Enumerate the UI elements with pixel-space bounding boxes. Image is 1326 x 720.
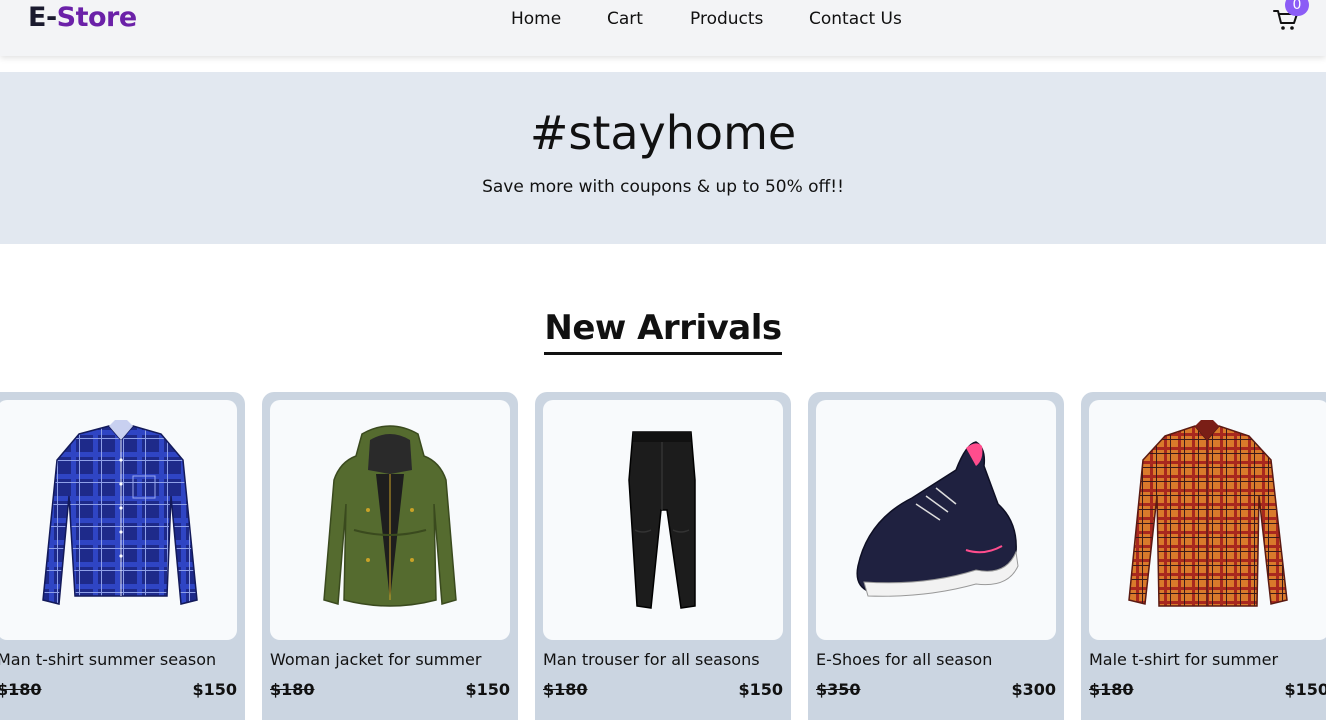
product-image[interactable]: [270, 400, 510, 640]
product-old-price: $180: [1089, 680, 1134, 699]
product-price: $150: [738, 680, 783, 699]
hero-title: #stayhome: [529, 106, 797, 160]
navy-sneaker-icon: [856, 441, 1019, 597]
product-old-price: $180: [0, 680, 42, 699]
product-price: $150: [192, 680, 237, 699]
product-image[interactable]: [543, 400, 783, 640]
nav-products[interactable]: Products: [690, 8, 763, 30]
hero-subtitle: Save more with coupons & up to 50% off!!: [482, 177, 844, 197]
black-trousers-icon: [628, 431, 696, 609]
red-plaid-shirt-icon: [1128, 420, 1288, 607]
product-card[interactable]: Man t-shirt summer season $180 $150: [0, 392, 245, 720]
product-card[interactable]: Woman jacket for summer $180 $150: [262, 392, 518, 720]
product-card[interactable]: E-Shoes for all season $350 $300: [808, 392, 1064, 720]
product-old-price: $180: [543, 680, 588, 699]
product-price: $150: [465, 680, 510, 699]
section-heading: New Arrivals: [0, 306, 1326, 355]
main-nav: Home Cart Products Contact Us: [0, 8, 1326, 30]
new-arrivals-title: New Arrivals: [544, 306, 782, 355]
product-title[interactable]: E-Shoes for all season: [816, 650, 1056, 670]
nav-contact-us[interactable]: Contact Us: [809, 8, 902, 30]
product-card[interactable]: Man trouser for all seasons $180 $150: [535, 392, 791, 720]
product-title[interactable]: Woman jacket for summer: [270, 650, 510, 670]
product-old-price: $180: [270, 680, 315, 699]
product-price: $150: [1284, 680, 1326, 699]
product-title[interactable]: Man trouser for all seasons: [543, 650, 783, 670]
product-old-price: $350: [816, 680, 861, 699]
nav-cart[interactable]: Cart: [607, 8, 643, 30]
product-title[interactable]: Male t-shirt for summer: [1089, 650, 1326, 670]
nav-home[interactable]: Home: [511, 8, 561, 30]
blue-plaid-shirt-icon: [42, 420, 198, 605]
product-price: $300: [1011, 680, 1056, 699]
product-image[interactable]: [0, 400, 237, 640]
olive-jacket-icon: [323, 425, 457, 607]
site-header: E-Store Home Cart Products Contact Us 0: [0, 0, 1326, 56]
product-image[interactable]: [816, 400, 1056, 640]
product-title[interactable]: Man t-shirt summer season: [0, 650, 237, 670]
product-card[interactable]: Male t-shirt for summer $180 $150: [1081, 392, 1326, 720]
product-image[interactable]: [1089, 400, 1326, 640]
hero-banner: #stayhome Save more with coupons & up to…: [0, 72, 1326, 244]
